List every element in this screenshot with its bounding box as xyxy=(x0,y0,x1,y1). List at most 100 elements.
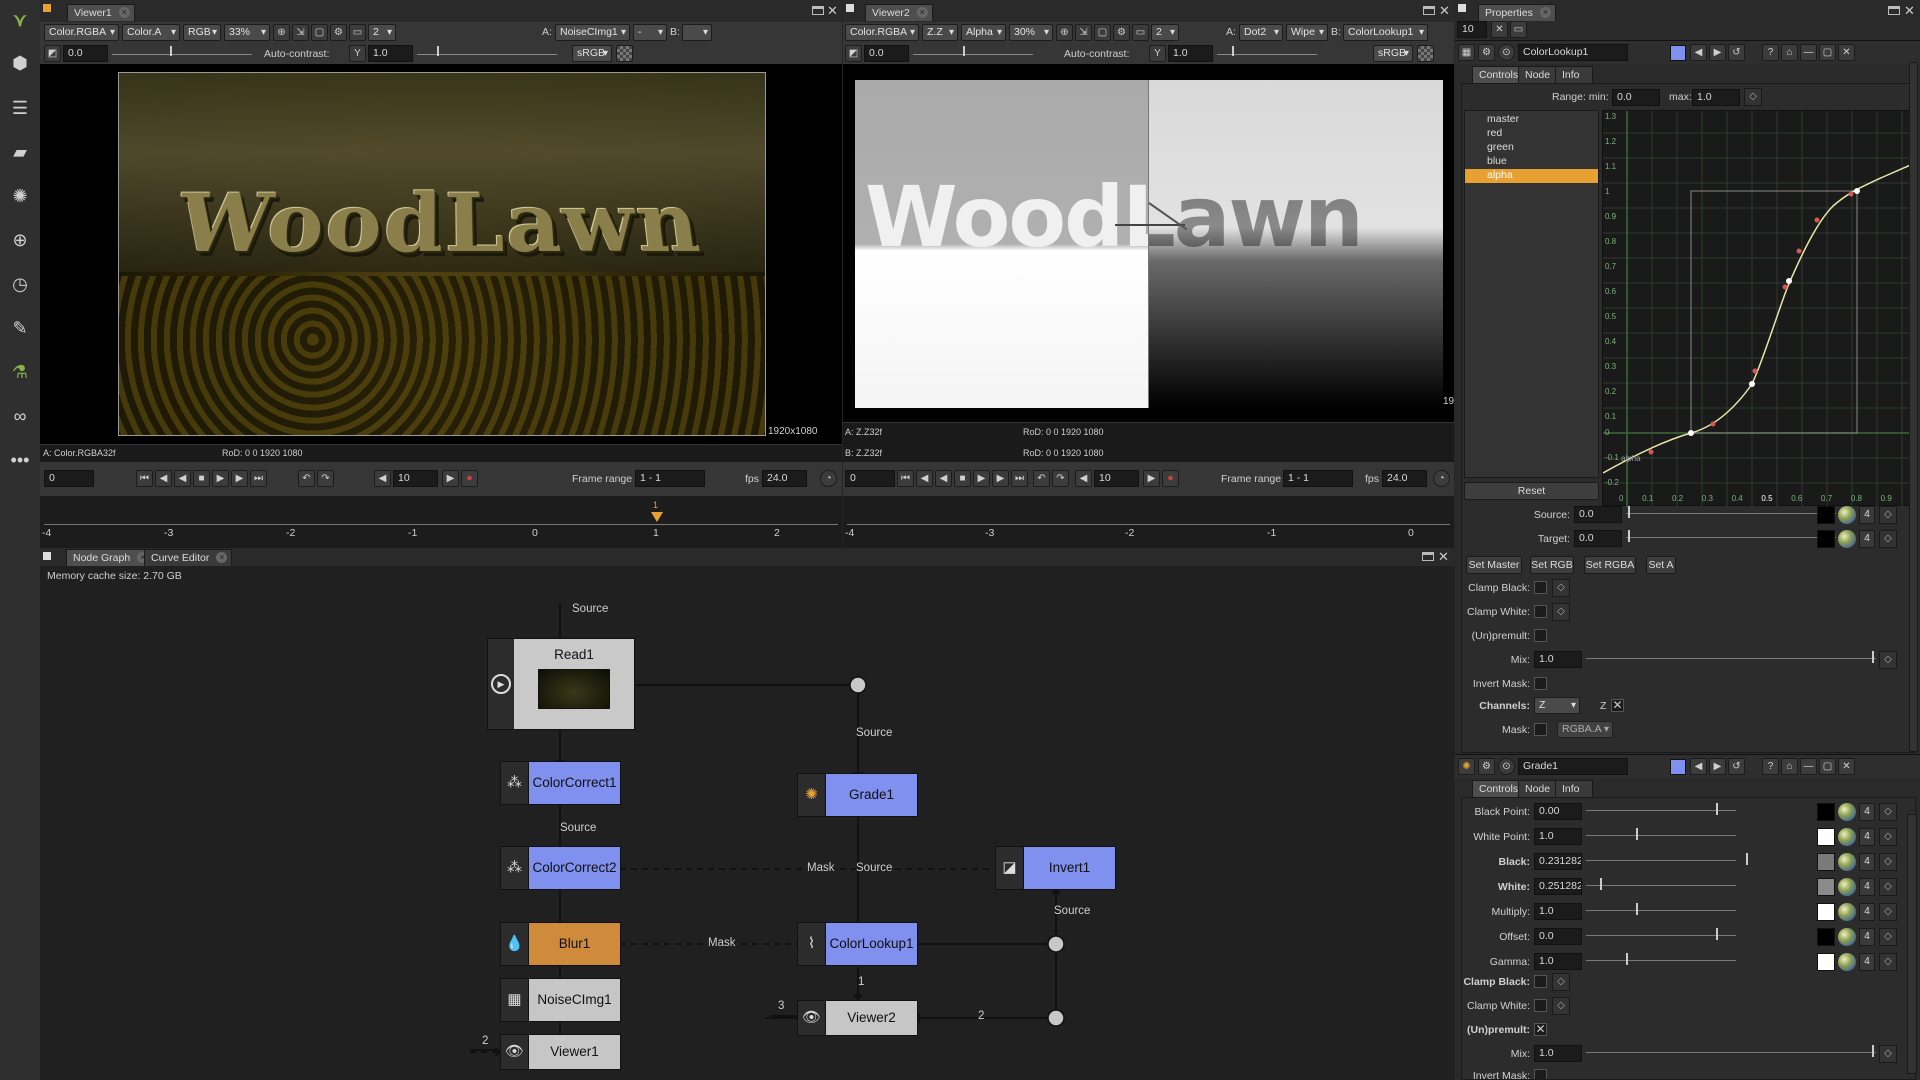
checkerboard-icon[interactable] xyxy=(616,45,633,62)
lock-panels-icon[interactable]: ▭ xyxy=(1510,21,1527,38)
play-backward-icon[interactable]: ◀ xyxy=(174,470,191,487)
colorspace-dropdown[interactable]: sRGB xyxy=(1373,45,1413,62)
filter-nodes-icon[interactable]: ✺ xyxy=(5,181,35,211)
float-panel-icon[interactable]: ⌂ xyxy=(1781,758,1798,775)
step-forward-icon[interactable]: ▶ xyxy=(442,470,459,487)
target-field[interactable]: 0.0 xyxy=(1574,530,1622,547)
zoom-dropdown[interactable]: 33% xyxy=(224,24,270,41)
color-picker-icon[interactable] xyxy=(1838,928,1856,946)
mask-channel-dropdown[interactable]: RGBA.A xyxy=(1557,721,1613,738)
alpha-channel-dropdown[interactable]: Z.Z xyxy=(922,24,958,41)
close-tab-icon[interactable]: × xyxy=(1539,7,1551,18)
frame-range-field[interactable]: 1 - 1 xyxy=(635,470,705,487)
tab-node[interactable]: Node xyxy=(1518,66,1560,83)
grade-clamp-white-checkbox[interactable] xyxy=(1534,999,1547,1012)
display-channels-dropdown[interactable]: RGB xyxy=(183,24,221,41)
target-color-picker-icon[interactable] xyxy=(1838,530,1856,548)
color-picker-icon[interactable] xyxy=(1838,953,1856,971)
node-noisecimg1[interactable]: ▦ NoiseCImg1 xyxy=(500,978,621,1022)
step-field[interactable]: 10 xyxy=(393,470,438,487)
grade-row-slider[interactable] xyxy=(1586,803,1736,821)
colorspace-dropdown[interactable]: sRGB xyxy=(572,45,612,62)
zoom-dropdown[interactable]: 30% xyxy=(1009,24,1053,41)
stop-icon[interactable]: ■ xyxy=(193,470,210,487)
node-color-swatch[interactable] xyxy=(1670,45,1686,61)
a-input-dropdown[interactable]: Dot2 xyxy=(1239,24,1283,41)
curve-item-alpha[interactable]: alpha xyxy=(1465,169,1598,183)
target-slider[interactable] xyxy=(1626,530,1836,548)
paint-nodes-icon[interactable]: ✎ xyxy=(5,313,35,343)
curve-item-blue[interactable]: blue xyxy=(1465,155,1598,169)
step-back-icon[interactable]: ◀ xyxy=(374,470,391,487)
grade-row-four-button[interactable]: 4 xyxy=(1859,878,1875,896)
grade-row-four-button[interactable]: 4 xyxy=(1859,853,1875,871)
grade-row-value[interactable]: 0.251282 xyxy=(1534,878,1582,895)
gamma-slider[interactable] xyxy=(417,46,557,62)
grade-clamp-white-animate-icon[interactable]: ◇ xyxy=(1552,997,1570,1015)
range-max-field[interactable]: 1.0 xyxy=(1692,89,1740,106)
source-field[interactable]: 0.0 xyxy=(1574,506,1622,523)
clip-to-project-icon[interactable]: ⊕ xyxy=(273,24,290,41)
redo-icon[interactable]: ▶ xyxy=(1709,44,1726,61)
color-picker-icon[interactable] xyxy=(1838,878,1856,896)
close-pane-icon[interactable]: ✕ xyxy=(827,3,838,19)
viewer2-timeline[interactable]: -4 -3 -2 -1 0 xyxy=(843,496,1454,548)
first-frame-icon[interactable]: ⏮ xyxy=(136,470,153,487)
center-image-icon[interactable]: ⇲ xyxy=(292,24,309,41)
channels-dropdown[interactable]: Z xyxy=(1534,697,1580,714)
grade-mix-animate-icon[interactable]: ◇ xyxy=(1879,1045,1897,1063)
node-settings-icon[interactable]: ▦ xyxy=(1458,44,1475,61)
fps-reset-icon[interactable]: ◔ xyxy=(820,470,837,487)
source-slider[interactable] xyxy=(1626,506,1836,524)
set-rgb-button[interactable]: Set RGB xyxy=(1530,556,1574,574)
grade-row-four-button[interactable]: 4 xyxy=(1859,903,1875,921)
reset-button[interactable]: Reset xyxy=(1464,482,1599,500)
prev-keyframe-icon[interactable]: ↶ xyxy=(298,470,315,487)
refresh-icon[interactable]: ⚙ xyxy=(330,24,347,41)
grade-row-animate-icon[interactable]: ◇ xyxy=(1879,853,1897,871)
b-input-dropdown[interactable] xyxy=(682,24,712,41)
grade-row-swatch[interactable] xyxy=(1817,803,1835,821)
viewer2-viewport[interactable]: WoodLawn WoodLawn 19 xyxy=(843,64,1454,422)
prev-keyframe-icon[interactable]: ↶ xyxy=(1033,470,1050,487)
grade-mix-slider[interactable] xyxy=(1586,1045,1876,1063)
node-invert1[interactable]: ◪ Invert1 xyxy=(995,846,1116,890)
tab-viewer2[interactable]: Viewer2 × xyxy=(865,4,933,21)
stop-icon[interactable]: ■ xyxy=(954,470,971,487)
node-colorlookup1[interactable]: ⌇ ColorLookup1 xyxy=(797,922,918,966)
grade-row-swatch[interactable] xyxy=(1817,953,1835,971)
restore-defaults-icon[interactable]: ↺ xyxy=(1728,44,1745,61)
grade-row-slider[interactable] xyxy=(1586,928,1736,946)
maximize-icon[interactable] xyxy=(812,6,824,15)
close-tab-icon[interactable]: × xyxy=(118,7,130,18)
tab-node[interactable]: Node xyxy=(1518,780,1560,797)
node-name-field[interactable]: Grade1 xyxy=(1518,758,1628,775)
grade-row-slider[interactable] xyxy=(1586,853,1748,871)
composite-operator-dropdown[interactable]: - xyxy=(633,24,667,41)
unpremult-checkbox[interactable] xyxy=(1534,629,1547,642)
grade-row-four-button[interactable]: 4 xyxy=(1859,928,1875,946)
proxy-icon[interactable]: ▭ xyxy=(349,24,366,41)
source-animate-icon[interactable]: ◇ xyxy=(1879,506,1897,524)
clip-to-project-icon[interactable]: ⊕ xyxy=(1056,24,1073,41)
grade-row-swatch[interactable] xyxy=(1817,853,1835,871)
current-frame-field[interactable]: 0 xyxy=(44,470,94,487)
fps-field[interactable]: 24.0 xyxy=(1382,470,1427,487)
playhead-marker[interactable] xyxy=(651,512,663,522)
channel-nodes-icon[interactable]: ☰ xyxy=(5,93,35,123)
clamp-white-animate-icon[interactable]: ◇ xyxy=(1552,603,1570,621)
close-panel-icon[interactable]: ✕ xyxy=(1838,44,1855,61)
gamma-field[interactable]: 1.0 xyxy=(1168,45,1213,62)
pane-menu-icon[interactable] xyxy=(1458,4,1466,12)
redo-icon[interactable]: ▶ xyxy=(1709,758,1726,775)
composite-operator-dropdown[interactable]: Wipe xyxy=(1286,24,1328,41)
gain-field[interactable]: 0.0 xyxy=(864,45,909,62)
layer-dropdown[interactable]: Color.RGBA xyxy=(44,24,119,41)
wipe-handle[interactable] xyxy=(1115,224,1185,226)
set-a-button[interactable]: Set A xyxy=(1646,556,1676,574)
grade-row-value[interactable]: 1.0 xyxy=(1534,903,1582,920)
pane-menu-icon[interactable] xyxy=(43,4,51,12)
gain-slider[interactable] xyxy=(913,46,1033,62)
mix-field[interactable]: 1.0 xyxy=(1534,651,1582,668)
maximize-panel-icon[interactable]: ▢ xyxy=(1819,44,1836,61)
